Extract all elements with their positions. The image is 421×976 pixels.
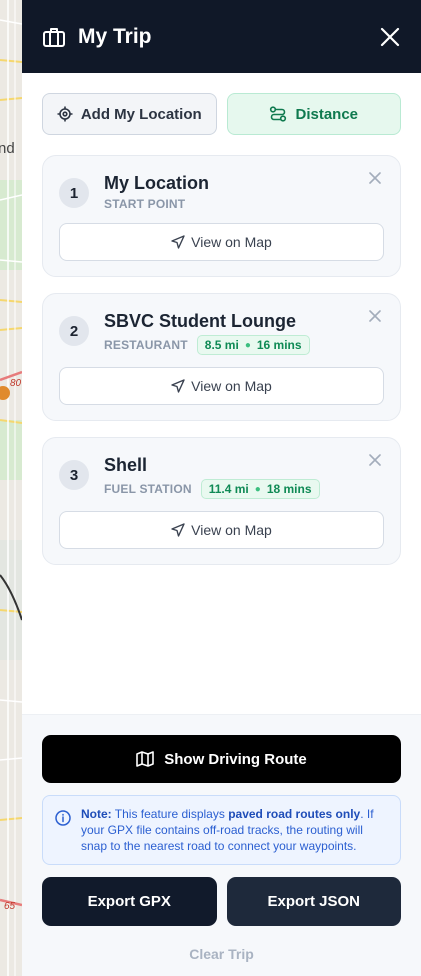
view-on-map-button[interactable]: View on Map [59, 367, 384, 405]
navigation-arrow-icon [171, 235, 185, 249]
stop-type: FUEL STATION [104, 482, 192, 496]
map-road-number: 80 [10, 378, 22, 389]
crosshair-icon [57, 106, 73, 122]
note-highlight: paved road routes only [228, 807, 361, 821]
stop-name: SBVC Student Lounge [104, 311, 296, 331]
page-title: My Trip [78, 24, 152, 48]
view-on-map-button[interactable]: View on Map [59, 223, 384, 261]
view-on-map-button[interactable]: View on Map [59, 511, 384, 549]
note-prefix: Note: [81, 807, 112, 821]
stop-card: 2 SBVC Student Lounge RESTAURANT 8.5 mi … [42, 293, 401, 421]
navigation-arrow-icon [171, 523, 185, 537]
show-driving-route-button[interactable]: Show Driving Route [42, 735, 401, 783]
stop-type: RESTAURANT [104, 338, 188, 352]
stop-name: Shell [104, 455, 148, 475]
suitcase-icon [42, 25, 66, 49]
stop-card: 1 My Location START POINT View on Map [42, 155, 401, 277]
duration-value: 18 mins [266, 482, 312, 496]
separator-dot: ● [254, 483, 261, 495]
view-on-map-label: View on Map [191, 378, 272, 394]
stop-name: My Location [104, 173, 210, 193]
add-my-location-label: Add My Location [80, 105, 202, 123]
remove-stop-icon[interactable] [369, 172, 383, 186]
stop-list: 1 My Location START POINT View on Map 2 [22, 135, 421, 565]
distance-value: 11.4 mi [208, 482, 249, 496]
distance-button[interactable]: Distance [226, 93, 401, 135]
map-place-label: nd [0, 140, 15, 157]
panel-header: My Trip [22, 0, 421, 73]
separator-dot: ● [244, 339, 251, 351]
map-road-number: 65 [4, 901, 16, 912]
distance-badge: 8.5 mi ● 16 mins [196, 335, 310, 355]
note-box: Note: This feature displays paved road r… [42, 795, 401, 865]
route-icon [270, 106, 287, 122]
stop-type: START POINT [104, 197, 186, 211]
trip-panel: My Trip Add My Location Distance 1 My Lo… [22, 0, 421, 976]
stop-number: 3 [59, 460, 89, 490]
stop-card: 3 Shell FUEL STATION 11.4 mi ● 18 mins V… [42, 437, 401, 565]
distance-value: 8.5 mi [204, 338, 239, 352]
view-on-map-label: View on Map [191, 234, 272, 250]
distance-badge: 11.4 mi ● 18 mins [200, 479, 320, 499]
distance-label: Distance [295, 105, 359, 123]
export-json-button[interactable]: Export JSON [226, 877, 401, 926]
panel-footer: Show Driving Route Note: This feature di… [22, 714, 421, 976]
duration-value: 16 mins [256, 338, 302, 352]
add-my-location-button[interactable]: Add My Location [42, 93, 217, 135]
navigation-arrow-icon [171, 379, 185, 393]
remove-stop-icon[interactable] [369, 454, 383, 468]
remove-stop-icon[interactable] [369, 310, 383, 324]
map-background[interactable]: nd 80 65 [0, 0, 22, 976]
note-text: This feature displays [111, 807, 229, 821]
stop-number: 1 [59, 178, 89, 208]
view-on-map-label: View on Map [191, 522, 272, 538]
info-icon [55, 810, 71, 826]
map-icon [136, 751, 155, 767]
stop-number: 2 [59, 316, 89, 346]
show-driving-route-label: Show Driving Route [164, 750, 307, 768]
close-icon[interactable] [379, 26, 401, 48]
clear-trip-button[interactable]: Clear Trip [42, 946, 401, 962]
export-gpx-button[interactable]: Export GPX [42, 877, 217, 926]
